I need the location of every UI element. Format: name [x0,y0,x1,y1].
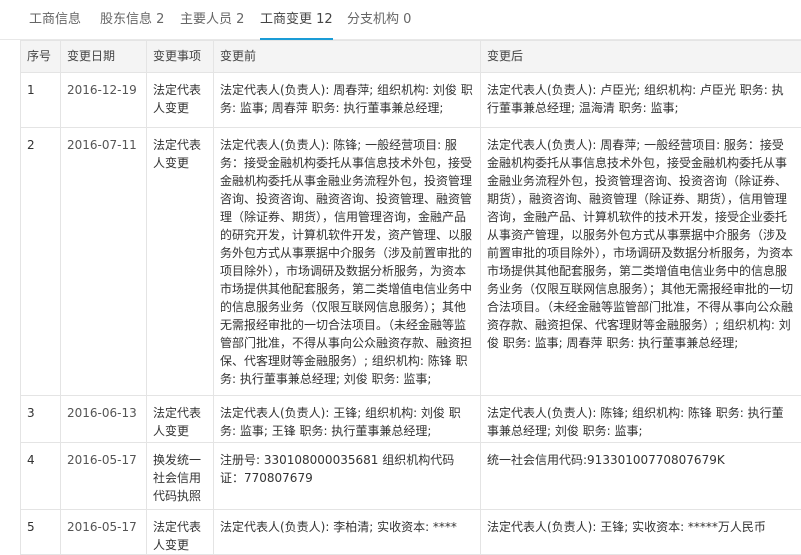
row-item: 换发统一社会信用代码执照 [147,443,214,510]
row-after: 法定代表人(负责人): 卢臣光; 组织机构: 卢臣光 职务: 执行董事兼总经理;… [481,73,801,128]
row-after: 法定代表人(负责人): 陈锋; 组织机构: 陈锋 职务: 执行董事兼总经理; 刘… [481,396,801,443]
table-row: 5 2016-05-17 法定代表人变更 法定代表人(负责人): 李柏清; 实收… [21,510,801,555]
row-item: 法定代表人变更 [147,73,214,128]
row-before: 法定代表人(负责人): 李柏清; 实收资本: **** [214,510,481,555]
table-row: 4 2016-05-17 换发统一社会信用代码执照 注册号: 330108000… [21,443,801,510]
tab-shareholders[interactable]: 股东信息 2 [100,0,164,40]
row-date: 2016-06-13 [61,396,147,443]
tab-key-personnel[interactable]: 主要人员 2 [180,0,244,40]
header-after: 变更后 [481,41,801,73]
table-header-row: 序号 变更日期 变更事项 变更前 变更后 [21,41,801,73]
header-no: 序号 [21,41,61,73]
table-row: 3 2016-06-13 法定代表人变更 法定代表人(负责人): 王锋; 组织机… [21,396,801,443]
row-no: 1 [21,73,61,128]
row-after: 法定代表人(负责人): 周春萍; 一般经营项目: 服务：接受金融机构委托从事信息… [481,128,801,396]
change-records-table: 序号 变更日期 变更事项 变更前 变更后 1 2016-12-19 法定代表人变… [20,40,801,555]
table-row: 1 2016-12-19 法定代表人变更 法定代表人(负责人): 周春萍; 组织… [21,73,801,128]
row-after: 法定代表人(负责人): 王锋; 实收资本: *****万人民币 [481,510,801,555]
row-item: 法定代表人变更 [147,396,214,443]
row-no: 4 [21,443,61,510]
row-item: 法定代表人变更 [147,128,214,396]
row-no: 3 [21,396,61,443]
row-after: 统一社会信用代码:91330100770807679K [481,443,801,510]
row-no: 5 [21,510,61,555]
row-before: 法定代表人(负责人): 陈锋; 一般经营项目: 服务：接受金融机构委托从事信息技… [214,128,481,396]
row-date: 2016-07-11 [61,128,147,396]
tab-branches[interactable]: 分支机构 0 [347,0,411,40]
row-date: 2016-05-17 [61,443,147,510]
tab-business-changes[interactable]: 工商变更 12 [260,0,333,40]
table-row: 2 2016-07-11 法定代表人变更 法定代表人(负责人): 陈锋; 一般经… [21,128,801,396]
row-item: 法定代表人变更 [147,510,214,555]
row-before: 法定代表人(负责人): 王锋; 组织机构: 刘俊 职务: 监事; 王锋 职务: … [214,396,481,443]
header-item: 变更事项 [147,41,214,73]
row-before: 注册号: 330108000035681 组织机构代码证：770807679 [214,443,481,510]
tab-bar: 工商信息 股东信息 2 主要人员 2 工商变更 12 分支机构 0 [0,0,801,40]
row-before: 法定代表人(负责人): 周春萍; 组织机构: 刘俊 职务: 监事; 周春萍 职务… [214,73,481,128]
header-date: 变更日期 [61,41,147,73]
row-date: 2016-05-17 [61,510,147,555]
tab-business-info[interactable]: 工商信息 [29,0,81,40]
row-no: 2 [21,128,61,396]
header-before: 变更前 [214,41,481,73]
row-date: 2016-12-19 [61,73,147,128]
